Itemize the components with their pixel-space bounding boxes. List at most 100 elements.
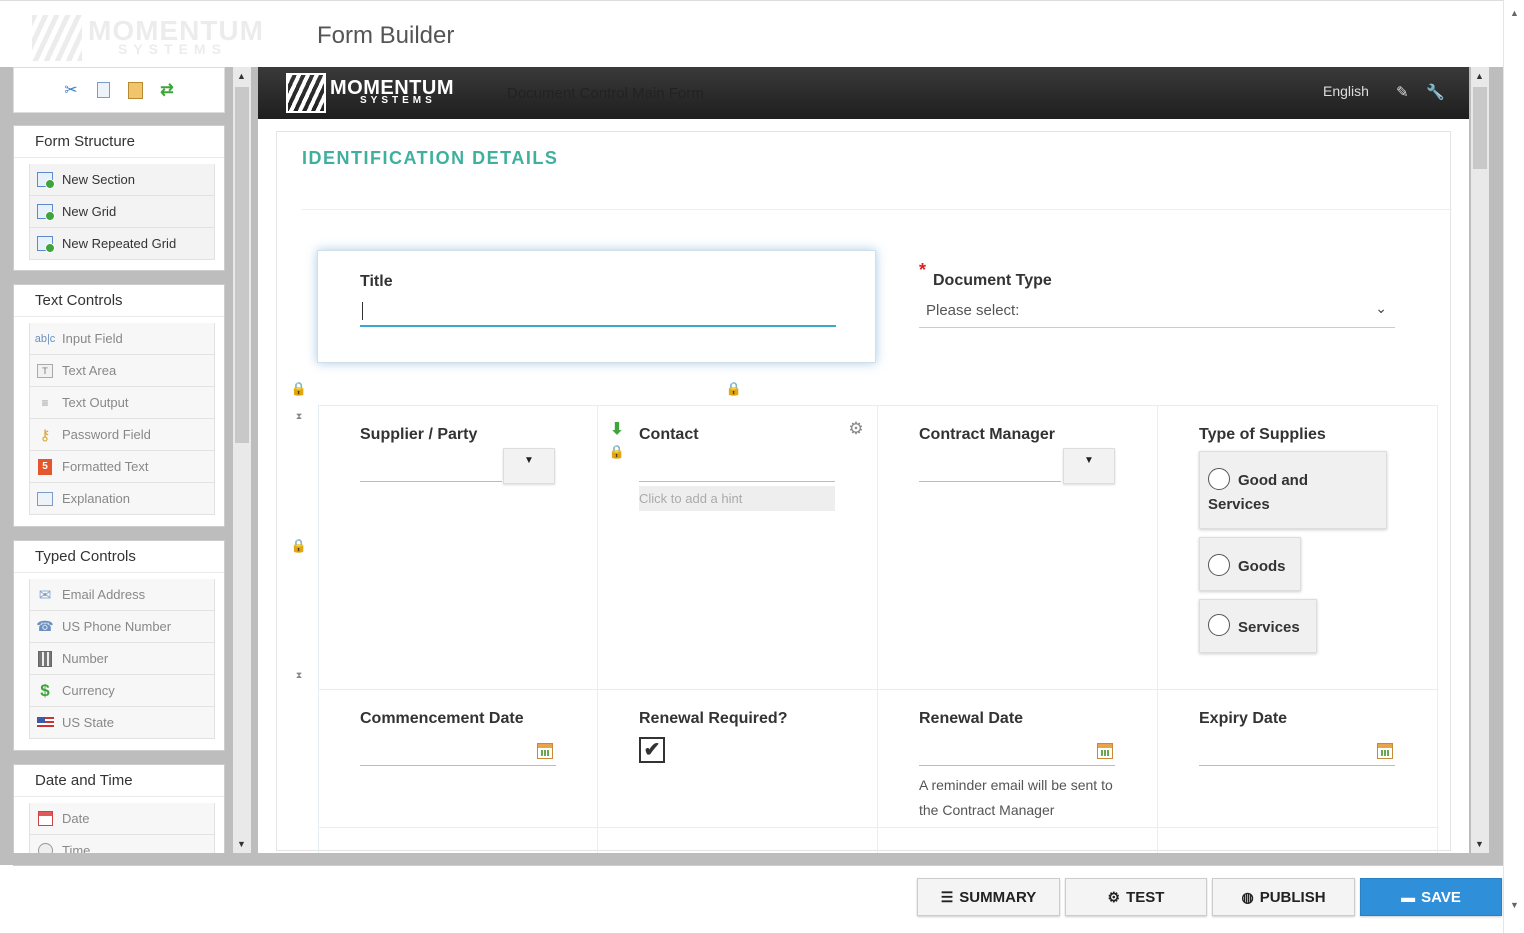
form-logo-mark xyxy=(286,73,326,113)
palette-item-new-grid[interactable]: New Grid xyxy=(29,196,215,228)
wrench-icon[interactable]: 🔧 xyxy=(1426,83,1445,101)
renewal-date-label: Renewal Date xyxy=(919,710,1024,727)
cut-icon[interactable]: ✂ xyxy=(61,80,81,100)
text-caret xyxy=(362,302,363,320)
palette-item-input-field[interactable]: ab|c Input Field xyxy=(29,323,215,355)
palette-scroll-up-icon[interactable]: ▲ xyxy=(237,71,246,81)
save-label: SAVE xyxy=(1421,888,1461,906)
palette-item-password-field[interactable]: ⚷ Password Field xyxy=(29,419,215,451)
radio-option-good-and-services[interactable]: Good and Services xyxy=(1199,451,1387,529)
palette-item-number[interactable]: Number xyxy=(29,643,215,675)
test-button[interactable]: ⚙ TEST xyxy=(1065,878,1207,916)
palette-item-label: US State xyxy=(62,715,115,730)
palette-item-formatted-text[interactable]: 5 Formatted Text xyxy=(29,451,215,483)
radio-button[interactable] xyxy=(1208,614,1230,636)
title-input[interactable] xyxy=(360,297,836,327)
document-type-select[interactable]: Please select: ⌄ xyxy=(919,298,1395,328)
calendar-icon[interactable] xyxy=(1377,743,1393,759)
summary-button[interactable]: ☰ SUMMARY xyxy=(917,878,1060,916)
palette-item-new-repeated-grid[interactable]: New Repeated Grid xyxy=(29,228,215,260)
contract-manager-dropdown-button[interactable]: ▼ xyxy=(1063,448,1115,484)
section-title[interactable]: IDENTIFICATION DETAILS xyxy=(302,148,558,169)
clock-icon xyxy=(36,843,54,853)
palette-item-us-phone-number[interactable]: ☎ US Phone Number xyxy=(29,611,215,643)
document-type-placeholder: Please select: xyxy=(926,302,1020,319)
canvas-scroll-down-icon[interactable]: ▼ xyxy=(1475,839,1484,849)
palette-item-email-address[interactable]: ✉ Email Address xyxy=(29,579,215,611)
copy-icon[interactable] xyxy=(93,80,113,100)
momentum-logo-watermark: MOMENTUM SYSTEMS xyxy=(32,11,282,61)
radio-button[interactable] xyxy=(1208,554,1230,576)
group-typed-controls: Typed Controls ✉ Email Address ☎ US Phon… xyxy=(13,540,225,751)
publish-button[interactable]: ◍ PUBLISH xyxy=(1212,878,1355,916)
palette-item-date[interactable]: Date xyxy=(29,803,215,835)
form-logo: MOMENTUM SYSTEMS xyxy=(286,73,486,113)
radio-option-services[interactable]: Services xyxy=(1199,599,1317,653)
grid-handle-icon[interactable]: ⧗ xyxy=(290,670,308,688)
list-icon: ☰ xyxy=(940,888,954,905)
app-title: Form Builder xyxy=(317,22,455,49)
refresh-icon[interactable]: ⇄ xyxy=(157,80,177,100)
control-palette: ✂ ⇄ Form Structure New Section New Grid … xyxy=(13,67,228,853)
renewal-date-input[interactable] xyxy=(919,738,1115,766)
grid-handle-icon[interactable]: ⧗ xyxy=(290,411,308,429)
contact-hint[interactable]: Click to add a hint xyxy=(639,486,835,511)
radio-option-goods[interactable]: Goods xyxy=(1199,537,1301,591)
type-of-supplies-label: Type of Supplies xyxy=(1199,426,1326,443)
language-selector[interactable]: English xyxy=(1323,83,1369,99)
radio-button[interactable] xyxy=(1208,468,1230,490)
canvas-scroll-thumb[interactable] xyxy=(1473,87,1487,169)
supplier-label: Supplier / Party xyxy=(360,426,478,443)
palette-item-label: Explanation xyxy=(62,491,130,506)
expiry-date-input[interactable] xyxy=(1199,738,1395,766)
lock-icon[interactable]: 🔒 xyxy=(290,381,308,399)
renewal-help-line1: A reminder email will be sent to xyxy=(919,777,1113,793)
palette-item-new-section[interactable]: New Section xyxy=(29,164,215,196)
palette-item-time[interactable]: Time xyxy=(29,835,215,853)
input-field-icon: ab|c xyxy=(34,332,56,345)
radio-label-line2: Services xyxy=(1208,496,1270,513)
palette-scrollbar[interactable]: ▲ ▼ xyxy=(233,67,251,853)
arrow-down-icon[interactable]: ⬇ xyxy=(608,419,626,438)
canvas-scrollbar[interactable]: ▲ ▼ xyxy=(1471,67,1489,853)
text-output-icon: ≡ xyxy=(41,395,49,410)
palette-item-label: US Phone Number xyxy=(62,619,172,634)
paste-icon[interactable] xyxy=(125,80,145,100)
lock-icon[interactable]: 🔒 xyxy=(290,538,308,556)
renewal-required-checkbox[interactable]: ✔ xyxy=(639,737,665,763)
gear-icon[interactable]: ⚙ xyxy=(847,419,865,438)
grid-column-divider xyxy=(877,406,878,853)
lock-icon[interactable]: 🔒 xyxy=(608,444,626,462)
window-scrollbar[interactable]: ▲ ▼ xyxy=(1503,0,1524,933)
supplier-input[interactable] xyxy=(360,454,502,482)
palette-item-label: New Grid xyxy=(62,204,117,219)
summary-label: SUMMARY xyxy=(959,888,1037,906)
title-field-cell[interactable]: Title xyxy=(317,250,876,363)
palette-item-explanation[interactable]: Explanation xyxy=(29,483,215,515)
commencement-date-input[interactable] xyxy=(360,738,556,766)
commencement-date-label: Commencement Date xyxy=(360,710,524,727)
contact-input[interactable] xyxy=(639,454,835,482)
calendar-icon[interactable] xyxy=(537,743,553,759)
form-header-title[interactable]: Document Control Main Form xyxy=(507,85,704,102)
supplier-dropdown-button[interactable]: ▼ xyxy=(503,448,555,484)
window-scroll-down-icon[interactable]: ▼ xyxy=(1510,900,1519,910)
grid-add-icon xyxy=(36,204,55,221)
window-scroll-up-icon[interactable]: ▲ xyxy=(1510,8,1519,18)
group-title: Date and Time xyxy=(14,765,224,797)
contract-manager-input[interactable] xyxy=(919,454,1061,482)
palette-item-text-area[interactable]: T Text Area xyxy=(29,355,215,387)
canvas-scroll-up-icon[interactable]: ▲ xyxy=(1475,71,1484,81)
form-section-card: IDENTIFICATION DETAILS Title * Document … xyxy=(276,131,1452,853)
palette-item-text-output[interactable]: ≡ Text Output xyxy=(29,387,215,419)
section-add-icon xyxy=(36,172,55,189)
calendar-icon[interactable] xyxy=(1097,743,1113,759)
lock-icon[interactable]: 🔒 xyxy=(725,381,743,399)
palette-item-us-state[interactable]: US State xyxy=(29,707,215,739)
palette-item-currency[interactable]: $ Currency xyxy=(29,675,215,707)
save-button[interactable]: ▬ SAVE xyxy=(1360,878,1502,916)
palette-scroll-thumb[interactable] xyxy=(235,87,249,443)
palette-scroll-down-icon[interactable]: ▼ xyxy=(237,839,246,849)
edit-icon[interactable]: ✎ xyxy=(1396,83,1409,101)
palette-item-label: Formatted Text xyxy=(62,459,149,474)
